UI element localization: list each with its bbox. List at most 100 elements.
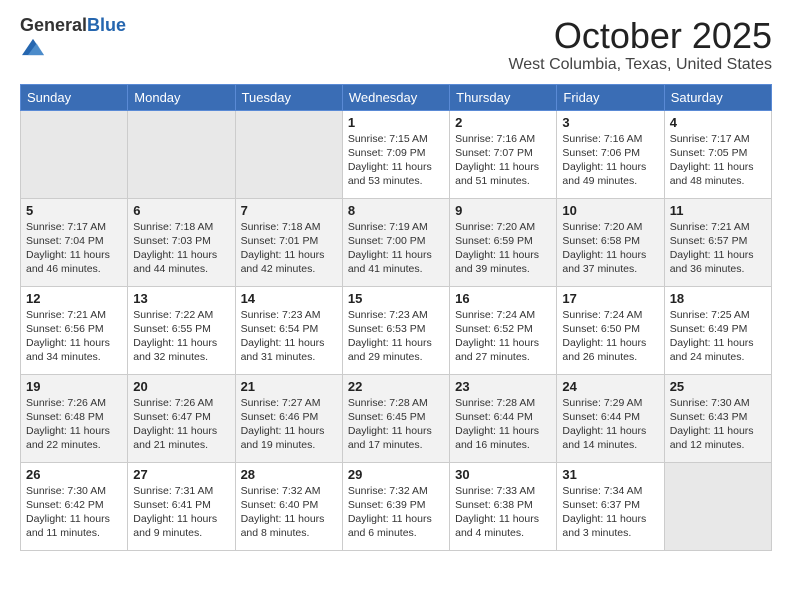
calendar-cell: 27 Sunrise: 7:31 AM Sunset: 6:41 PM Dayli… xyxy=(128,462,235,550)
day-number: 17 xyxy=(562,291,658,306)
cell-info: Sunrise: 7:26 AM Sunset: 6:47 PM Dayligh… xyxy=(133,396,229,453)
cell-info: Sunrise: 7:16 AM Sunset: 7:06 PM Dayligh… xyxy=(562,132,658,189)
calendar-cell: 14Sunrise: 7:23 AM Sunset: 6:54 PM Dayli… xyxy=(235,286,342,374)
cell-info: Sunrise: 7:20 AM Sunset: 6:58 PM Dayligh… xyxy=(562,220,658,277)
day-number: 20 xyxy=(133,379,229,394)
cell-info: Sunrise: 7:24 AM Sunset: 6:50 PM Dayligh… xyxy=(562,308,658,365)
header-sunday: Sunday xyxy=(21,84,128,110)
day-number: 19 xyxy=(26,379,122,394)
calendar-cell: 19 Sunrise: 7:26 AM Sunset: 6:48 PM Dayli… xyxy=(21,374,128,462)
header-wednesday: Wednesday xyxy=(342,84,449,110)
header-tuesday: Tuesday xyxy=(235,84,342,110)
cell-info: Sunrise: 7:25 AM Sunset: 6:49 PM Dayligh… xyxy=(670,308,766,365)
cell-info: Sunrise: 7:28 AM Sunset: 6:45 PM Dayligh… xyxy=(348,396,444,453)
cell-info: Sunrise: 7:26 AM Sunset: 6:48 PM Dayligh… xyxy=(26,396,122,453)
calendar-cell: 15 Sunrise: 7:23 AM Sunset: 6:53 PM Dayli… xyxy=(342,286,449,374)
calendar-cell: 5Sunrise: 7:17 AM Sunset: 7:04 PM Daylig… xyxy=(21,198,128,286)
day-number: 5 xyxy=(26,203,122,218)
day-number: 29 xyxy=(348,467,444,482)
calendar-cell xyxy=(128,110,235,198)
header-monday: Monday xyxy=(128,84,235,110)
cell-info: Sunrise: 7:21 AM Sunset: 6:56 PM Dayligh… xyxy=(26,308,122,365)
header-saturday: Saturday xyxy=(664,84,771,110)
cell-info: Sunrise: 7:31 AM Sunset: 6:41 PM Dayligh… xyxy=(133,484,229,541)
day-number: 27 xyxy=(133,467,229,482)
cell-info: Sunrise: 7:27 AM Sunset: 6:46 PM Dayligh… xyxy=(241,396,337,453)
cell-info: Sunrise: 7:23 AM Sunset: 6:53 PM Dayligh… xyxy=(348,308,444,365)
calendar-cell: 26 Sunrise: 7:30 AM Sunset: 6:42 PM Dayli… xyxy=(21,462,128,550)
header-friday: Friday xyxy=(557,84,664,110)
cell-info: Sunrise: 7:24 AM Sunset: 6:52 PM Dayligh… xyxy=(455,308,551,365)
cell-info: Sunrise: 7:30 AM Sunset: 6:43 PM Dayligh… xyxy=(670,396,766,453)
calendar-header-row: SundayMondayTuesdayWednesdayThursdayFrid… xyxy=(21,84,772,110)
day-number: 4 xyxy=(670,115,766,130)
calendar-cell: 25 Sunrise: 7:30 AM Sunset: 6:43 PM Dayli… xyxy=(664,374,771,462)
cell-info: Sunrise: 7:18 AM Sunset: 7:03 PM Dayligh… xyxy=(133,220,229,277)
calendar-cell: 29 Sunrise: 7:32 AM Sunset: 6:39 PM Dayli… xyxy=(342,462,449,550)
cell-info: Sunrise: 7:20 AM Sunset: 6:59 PM Dayligh… xyxy=(455,220,551,277)
calendar-cell: 4 Sunrise: 7:17 AM Sunset: 7:05 PM Daylig… xyxy=(664,110,771,198)
calendar-table: SundayMondayTuesdayWednesdayThursdayFrid… xyxy=(20,84,772,551)
calendar-cell: 6Sunrise: 7:18 AM Sunset: 7:03 PM Daylig… xyxy=(128,198,235,286)
calendar-cell: 3Sunrise: 7:16 AM Sunset: 7:06 PM Daylig… xyxy=(557,110,664,198)
cell-info: Sunrise: 7:18 AM Sunset: 7:01 PM Dayligh… xyxy=(241,220,337,277)
cell-info: Sunrise: 7:30 AM Sunset: 6:42 PM Dayligh… xyxy=(26,484,122,541)
title-block: October 2025 West Columbia, Texas, Unite… xyxy=(508,16,772,74)
calendar-cell: 18 Sunrise: 7:25 AM Sunset: 6:49 PM Dayli… xyxy=(664,286,771,374)
day-number: 8 xyxy=(348,203,444,218)
cell-info: Sunrise: 7:15 AM Sunset: 7:09 PM Dayligh… xyxy=(348,132,444,189)
cell-info: Sunrise: 7:32 AM Sunset: 6:39 PM Dayligh… xyxy=(348,484,444,541)
cell-info: Sunrise: 7:23 AM Sunset: 6:54 PM Dayligh… xyxy=(241,308,337,365)
calendar-cell xyxy=(235,110,342,198)
day-number: 31 xyxy=(562,467,658,482)
cell-info: Sunrise: 7:21 AM Sunset: 6:57 PM Dayligh… xyxy=(670,220,766,277)
cell-info: Sunrise: 7:16 AM Sunset: 7:07 PM Dayligh… xyxy=(455,132,551,189)
calendar-cell: 1 Sunrise: 7:15 AM Sunset: 7:09 PM Daylig… xyxy=(342,110,449,198)
location: West Columbia, Texas, United States xyxy=(508,56,772,74)
cell-info: Sunrise: 7:29 AM Sunset: 6:44 PM Dayligh… xyxy=(562,396,658,453)
month-title: October 2025 xyxy=(508,16,772,56)
calendar-cell: 8 Sunrise: 7:19 AM Sunset: 7:00 PM Daylig… xyxy=(342,198,449,286)
calendar-cell: 10 Sunrise: 7:20 AM Sunset: 6:58 PM Dayli… xyxy=(557,198,664,286)
day-number: 2 xyxy=(455,115,551,130)
calendar-cell: 31 Sunrise: 7:34 AM Sunset: 6:37 PM Dayli… xyxy=(557,462,664,550)
cell-info: Sunrise: 7:19 AM Sunset: 7:00 PM Dayligh… xyxy=(348,220,444,277)
day-number: 13 xyxy=(133,291,229,306)
calendar-cell: 20 Sunrise: 7:26 AM Sunset: 6:47 PM Dayli… xyxy=(128,374,235,462)
calendar-week-2: 5Sunrise: 7:17 AM Sunset: 7:04 PM Daylig… xyxy=(21,198,772,286)
calendar-cell: 9 Sunrise: 7:20 AM Sunset: 6:59 PM Daylig… xyxy=(450,198,557,286)
day-number: 22 xyxy=(348,379,444,394)
calendar-cell: 28Sunrise: 7:32 AM Sunset: 6:40 PM Dayli… xyxy=(235,462,342,550)
calendar-cell: 24 Sunrise: 7:29 AM Sunset: 6:44 PM Dayli… xyxy=(557,374,664,462)
cell-info: Sunrise: 7:28 AM Sunset: 6:44 PM Dayligh… xyxy=(455,396,551,453)
cell-info: Sunrise: 7:34 AM Sunset: 6:37 PM Dayligh… xyxy=(562,484,658,541)
calendar-week-5: 26 Sunrise: 7:30 AM Sunset: 6:42 PM Dayli… xyxy=(21,462,772,550)
page-header: GeneralBlue October 2025 West Columbia, … xyxy=(20,16,772,74)
day-number: 1 xyxy=(348,115,444,130)
day-number: 25 xyxy=(670,379,766,394)
calendar-cell: 13Sunrise: 7:22 AM Sunset: 6:55 PM Dayli… xyxy=(128,286,235,374)
calendar-cell: 2 Sunrise: 7:16 AM Sunset: 7:07 PM Daylig… xyxy=(450,110,557,198)
logo-general-text: General xyxy=(20,15,87,35)
calendar-cell: 30 Sunrise: 7:33 AM Sunset: 6:38 PM Dayli… xyxy=(450,462,557,550)
day-number: 21 xyxy=(241,379,337,394)
calendar-cell: 23Sunrise: 7:28 AM Sunset: 6:44 PM Dayli… xyxy=(450,374,557,462)
day-number: 15 xyxy=(348,291,444,306)
calendar-cell: 22 Sunrise: 7:28 AM Sunset: 6:45 PM Dayli… xyxy=(342,374,449,462)
day-number: 16 xyxy=(455,291,551,306)
day-number: 24 xyxy=(562,379,658,394)
day-number: 10 xyxy=(562,203,658,218)
day-number: 9 xyxy=(455,203,551,218)
calendar-cell: 21 Sunrise: 7:27 AM Sunset: 6:46 PM Dayli… xyxy=(235,374,342,462)
cell-info: Sunrise: 7:33 AM Sunset: 6:38 PM Dayligh… xyxy=(455,484,551,541)
header-thursday: Thursday xyxy=(450,84,557,110)
cell-info: Sunrise: 7:17 AM Sunset: 7:05 PM Dayligh… xyxy=(670,132,766,189)
day-number: 28 xyxy=(241,467,337,482)
day-number: 26 xyxy=(26,467,122,482)
day-number: 18 xyxy=(670,291,766,306)
logo-blue-text: Blue xyxy=(87,15,126,35)
day-number: 30 xyxy=(455,467,551,482)
calendar-cell: 7Sunrise: 7:18 AM Sunset: 7:01 PM Daylig… xyxy=(235,198,342,286)
day-number: 11 xyxy=(670,203,766,218)
calendar-week-4: 19 Sunrise: 7:26 AM Sunset: 6:48 PM Dayli… xyxy=(21,374,772,462)
